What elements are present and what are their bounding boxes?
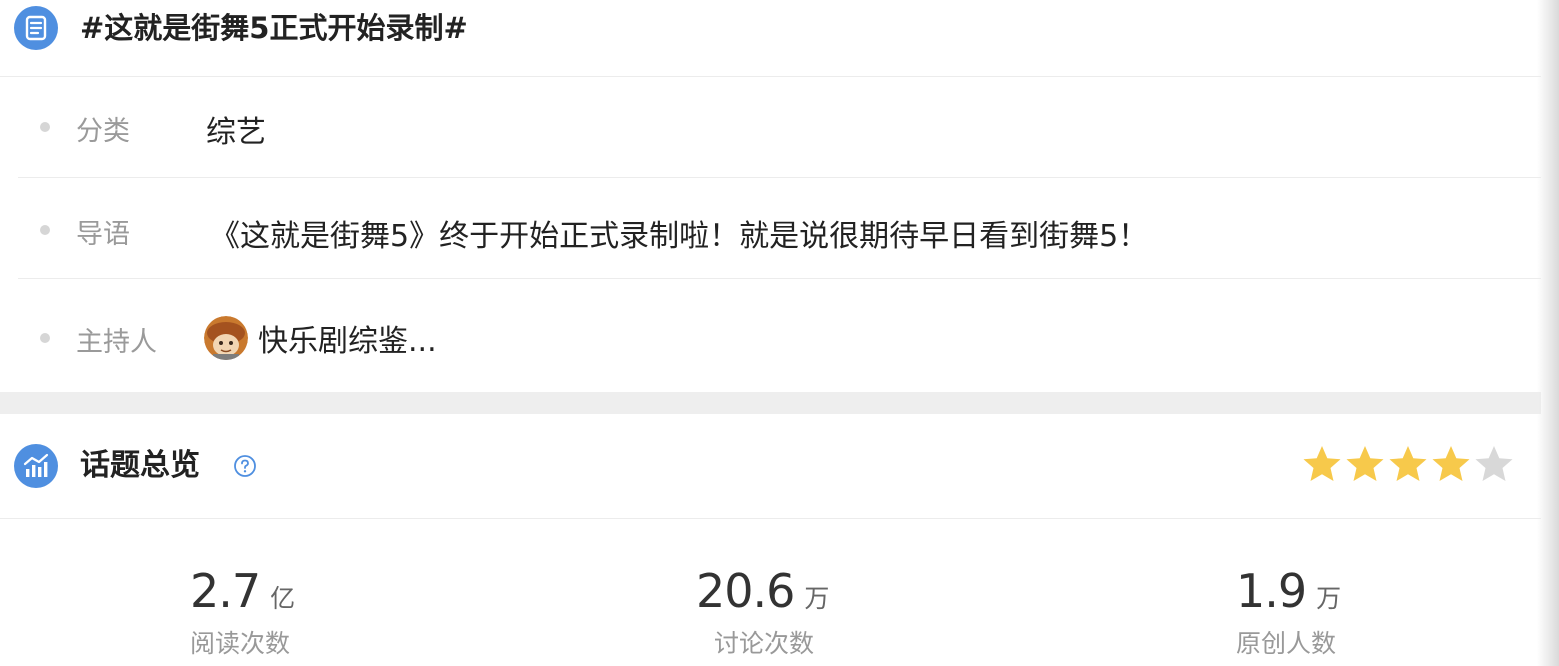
host-label: 主持人: [76, 327, 157, 358]
star-filled-icon: [1432, 446, 1470, 481]
stat-original-number: 1.9 万: [1236, 564, 1536, 624]
stat-discussions-value: 20.6: [696, 564, 795, 618]
intro-value: 《这就是街舞5》终于开始正式录制啦！就是说很期待早日看到街舞5！: [210, 219, 1149, 254]
row-bullet: [40, 333, 50, 343]
help-icon[interactable]: [233, 454, 257, 478]
category-label: 分类: [76, 116, 130, 147]
topic-title: #这就是街舞5正式开始录制#: [80, 11, 468, 45]
stat-reads-number: 2.7 亿: [190, 564, 490, 624]
topic-overview-card: 话题总览 2.7 亿 阅读次数 20.6 万 讨论次数 1.9 万 原创人数: [0, 414, 1541, 666]
row-bullet: [40, 225, 50, 235]
stat-discussions: 20.6 万 讨论次数: [696, 564, 996, 664]
host-avatar[interactable]: [204, 316, 248, 360]
trend-chart-icon: [14, 444, 58, 488]
stat-discussions-label: 讨论次数: [714, 629, 815, 658]
topic-info-card: #这就是街舞5正式开始录制# 分类 综艺 导语 《这就是街舞5》终于开始正式录制…: [0, 0, 1541, 392]
star-filled-icon: [1303, 446, 1341, 481]
topic-page: #这就是街舞5正式开始录制# 分类 综艺 导语 《这就是街舞5》终于开始正式录制…: [0, 0, 1559, 666]
host-name-link[interactable]: 快乐剧综鉴...: [258, 316, 437, 360]
star-filled-icon: [1346, 446, 1384, 481]
row-bullet: [40, 122, 50, 132]
star-filled-icon: [1389, 446, 1427, 481]
stat-original-value: 1.9: [1236, 564, 1307, 618]
overview-title: 话题总览: [80, 448, 200, 483]
window-edge-shadow: [1537, 0, 1559, 666]
stat-reads-unit: 亿: [270, 584, 296, 613]
stat-reads-label: 阅读次数: [190, 629, 291, 658]
topic-header: #这就是街舞5正式开始录制#: [0, 0, 1541, 77]
info-row-category: 分类 综艺: [18, 77, 1541, 178]
stat-reads: 2.7 亿 阅读次数: [190, 564, 490, 664]
stat-original-unit: 万: [1316, 584, 1342, 613]
stat-discussions-unit: 万: [804, 584, 830, 613]
overview-header: 话题总览: [0, 414, 1541, 519]
info-row-intro: 导语 《这就是街舞5》终于开始正式录制啦！就是说很期待早日看到街舞5！: [18, 178, 1541, 279]
stat-discussions-number: 20.6 万: [696, 564, 996, 624]
stat-original-authors: 1.9 万 原创人数: [1236, 564, 1536, 664]
stat-original-label: 原创人数: [1236, 629, 1337, 658]
stat-reads-value: 2.7: [190, 564, 261, 618]
category-value: 综艺: [206, 115, 266, 150]
section-divider: [0, 392, 1541, 414]
info-row-host: 主持人 快乐剧综鉴...: [18, 282, 1541, 392]
intro-label: 导语: [76, 219, 130, 250]
document-icon: [14, 6, 58, 50]
star-empty-icon: [1475, 446, 1513, 481]
